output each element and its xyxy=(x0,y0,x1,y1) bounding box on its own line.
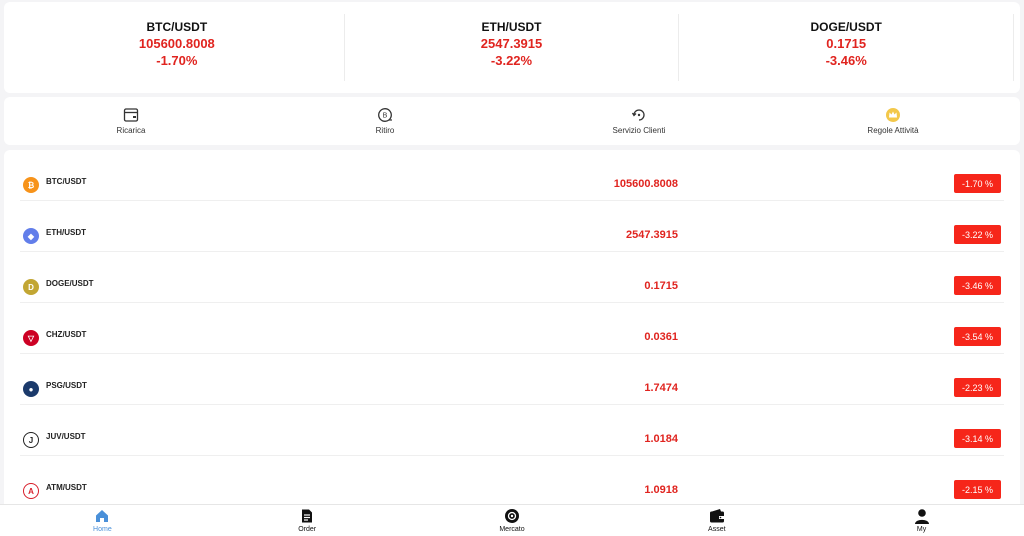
nav-label: Home xyxy=(93,526,112,533)
change-badge: -3.54 % xyxy=(954,327,1001,346)
ticker-card-btc[interactable]: BTC/USDT 105600.8008 -1.70% xyxy=(10,14,345,81)
market-row-doge[interactable]: D DOGE/USDT 0.1715 -3.46 % xyxy=(20,252,1004,303)
action-label: Ricarica xyxy=(116,126,146,135)
market-price: 1.0184 xyxy=(644,433,678,445)
ticker-pair: ETH/USDT xyxy=(481,20,542,34)
ticker-pair: BTC/USDT xyxy=(146,20,208,34)
crown-icon xyxy=(886,108,900,122)
quick-actions: Ricarica B Ritiro Servizio Clienti Regol… xyxy=(4,97,1020,145)
nav-my[interactable]: My xyxy=(819,505,1024,536)
market-row-chz[interactable]: ▽ CHZ/USDT 0.0361 -3.54 % xyxy=(20,303,1004,354)
market-icon xyxy=(504,509,519,523)
headset-refresh-icon xyxy=(631,109,645,121)
eth-icon: ◆ xyxy=(23,228,39,244)
change-badge: -2.15 % xyxy=(954,480,1001,499)
market-symbol: ATM/USDT xyxy=(46,483,87,492)
doge-icon: D xyxy=(23,279,39,295)
action-ricarica[interactable]: Ricarica xyxy=(4,97,258,145)
market-price: 0.1715 xyxy=(644,280,678,292)
nav-home[interactable]: Home xyxy=(0,505,205,536)
market-row-psg[interactable]: ● PSG/USDT 1.7474 -2.23 % xyxy=(20,354,1004,405)
nav-label: Order xyxy=(298,526,317,533)
action-label: Ritiro xyxy=(375,126,395,135)
atm-icon: A xyxy=(23,483,39,499)
ticker-card-eth[interactable]: ETH/USDT 2547.3915 -3.22% xyxy=(345,14,680,81)
market-symbol: DOGE/USDT xyxy=(46,279,94,288)
market-price: 105600.8008 xyxy=(613,178,678,190)
market-price: 1.7474 xyxy=(644,382,678,394)
user-icon xyxy=(914,509,929,524)
nav-label: My xyxy=(916,526,927,533)
market-symbol: ETH/USDT xyxy=(46,228,86,237)
nav-order[interactable]: Order xyxy=(205,505,410,536)
nav-mercato[interactable]: Mercato xyxy=(410,505,615,536)
change-badge: -1.70 % xyxy=(954,174,1001,193)
change-badge: -3.46 % xyxy=(954,276,1001,295)
market-price: 2547.3915 xyxy=(626,229,678,241)
action-label: Regole Attività xyxy=(867,126,919,135)
ticker-change: -1.70% xyxy=(156,53,198,68)
btc-icon: ₿ xyxy=(23,177,39,193)
market-symbol: BTC/USDT xyxy=(46,177,87,186)
ticker-price: 2547.3915 xyxy=(480,36,543,51)
withdraw-coin-icon: B xyxy=(378,108,392,122)
wallet-icon xyxy=(709,509,724,523)
market-row-atm[interactable]: A ATM/USDT 1.0918 -2.15 % xyxy=(20,456,1004,507)
market-symbol: JUV/USDT xyxy=(46,432,86,441)
market-list: ₿ BTC/USDT 105600.8008 -1.70 % ◆ ETH/USD… xyxy=(4,150,1020,510)
nav-label: Mercato xyxy=(499,526,525,533)
svg-text:B: B xyxy=(383,113,388,120)
psg-icon: ● xyxy=(23,381,39,397)
action-servizio-clienti[interactable]: Servizio Clienti xyxy=(512,97,766,145)
market-price: 0.0361 xyxy=(644,331,678,343)
document-icon xyxy=(302,509,313,523)
ticker-change: -3.46% xyxy=(825,53,867,68)
home-icon xyxy=(96,510,109,522)
bottom-nav: Home Order Mercato Asset My xyxy=(0,504,1024,536)
nav-asset[interactable]: Asset xyxy=(614,505,819,536)
change-badge: -2.23 % xyxy=(954,378,1001,397)
action-ritiro[interactable]: B Ritiro xyxy=(258,97,512,145)
ticker-price: 105600.8008 xyxy=(138,36,215,51)
ticker-bar: BTC/USDT 105600.8008 -1.70% ETH/USDT 254… xyxy=(4,2,1020,93)
chz-icon: ▽ xyxy=(23,330,39,346)
ticker-price: 0.1715 xyxy=(826,36,867,51)
ticker-change: -3.22% xyxy=(490,53,533,68)
action-label: Servizio Clienti xyxy=(612,126,666,135)
market-row-eth[interactable]: ◆ ETH/USDT 2547.3915 -3.22 % xyxy=(20,201,1004,252)
juv-icon: J xyxy=(23,432,39,448)
market-price: 1.0918 xyxy=(644,484,678,496)
market-symbol: PSG/USDT xyxy=(46,381,87,390)
market-symbol: CHZ/USDT xyxy=(46,330,87,339)
market-row-juv[interactable]: J JUV/USDT 1.0184 -3.14 % xyxy=(20,405,1004,456)
nav-label: Asset xyxy=(708,526,726,533)
change-badge: -3.14 % xyxy=(954,429,1001,448)
ticker-card-doge[interactable]: DOGE/USDT 0.1715 -3.46% xyxy=(679,14,1015,81)
action-regole-attivita[interactable]: Regole Attività xyxy=(766,97,1020,145)
change-badge: -3.22 % xyxy=(954,225,1001,244)
wallet-card-icon xyxy=(123,108,139,122)
ticker-pair: DOGE/USDT xyxy=(810,20,882,34)
market-row-btc[interactable]: ₿ BTC/USDT 105600.8008 -1.70 % xyxy=(20,150,1004,201)
